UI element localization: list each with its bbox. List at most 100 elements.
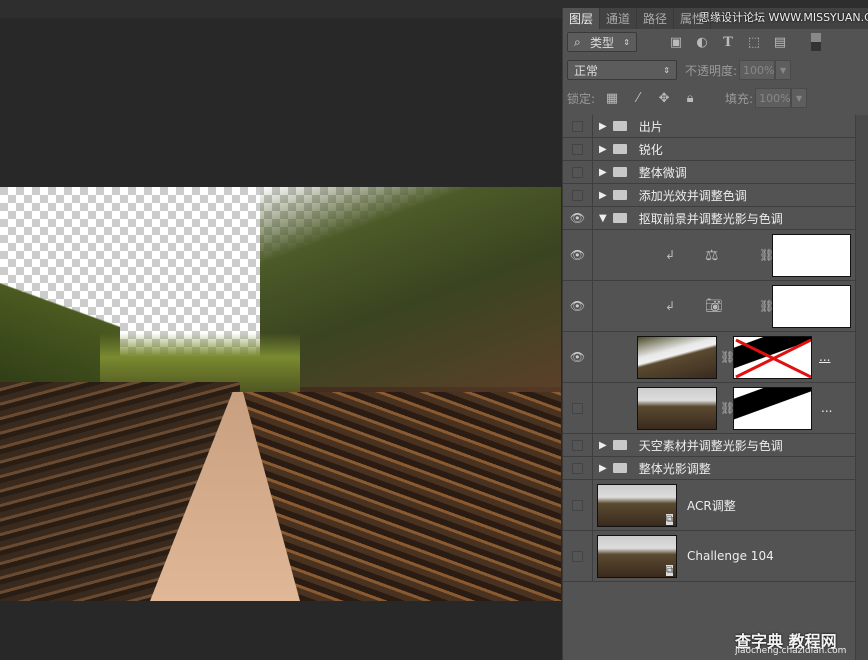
mask-thumbnail-disabled[interactable]	[733, 336, 812, 379]
layer-thumbnail[interactable]	[637, 336, 717, 379]
canvas-trees	[260, 187, 561, 387]
expand-triangle-icon[interactable]: ▶	[599, 463, 607, 474]
disabled-cross-icon	[735, 338, 811, 378]
type-icon[interactable]: T	[719, 35, 737, 50]
chevron-down-icon[interactable]: ▼	[775, 60, 792, 80]
layer-name: 整体光影调整	[638, 461, 711, 476]
layer-thumbnail[interactable]	[637, 387, 717, 430]
layer-name: 出片	[638, 119, 663, 134]
expand-triangle-icon[interactable]: ▶	[599, 144, 607, 155]
eye-icon[interactable]: 👁︎	[563, 281, 593, 331]
tab-channels[interactable]: 通道	[600, 8, 638, 29]
layer-name: 天空素材并调整光影与色调	[638, 438, 783, 453]
layer-name: ACR调整	[687, 498, 736, 513]
smart-object-layer[interactable]: ⧉ ACR调整	[563, 480, 855, 531]
brush-icon[interactable]: ⁄	[629, 91, 647, 106]
tab-layers[interactable]: 图层	[563, 8, 601, 29]
site-watermark-url: jiaocheng.chazidian.com	[735, 646, 847, 656]
visibility-toggle[interactable]	[572, 120, 583, 132]
shape-icon[interactable]: ⬚	[745, 35, 763, 50]
layer-group[interactable]: ▶ 整体微调	[563, 161, 855, 184]
adjustment-layer[interactable]: 👁︎ ↲ ⚖ ⛓	[563, 230, 855, 281]
lock-label: 锁定:	[567, 91, 596, 106]
tab-paths[interactable]: 路径	[637, 8, 675, 29]
folder-icon	[612, 463, 627, 473]
panel-tabs: 图层 通道 路径 属性 思缘设计论坛 WWW.MISSYUAN.COM	[563, 8, 868, 29]
move-icon[interactable]: ✥	[655, 91, 673, 106]
camera-filter-icon: 📷︎	[705, 298, 723, 314]
visibility-toggle[interactable]	[572, 499, 583, 511]
folder-open-icon	[612, 213, 627, 223]
blend-row: 正常 ⇕ 不透明度: 100% ▼	[563, 60, 868, 80]
blend-mode-select[interactable]: 正常 ⇕	[567, 60, 677, 80]
filter-kind-select[interactable]: ⌕ 类型 ⇕	[567, 32, 637, 52]
document-canvas[interactable]	[0, 187, 561, 601]
layer-name: Challenge 104	[687, 549, 774, 563]
mask-thumbnail[interactable]	[772, 234, 851, 277]
mask-thumbnail[interactable]	[772, 285, 851, 328]
masked-layer[interactable]: 👁︎ ⛓ ...	[563, 332, 855, 383]
updown-icon: ⇕	[663, 65, 670, 75]
folder-icon	[612, 121, 627, 131]
layer-group[interactable]: ▶ 添加光效并调整色调	[563, 184, 855, 207]
smart-object-badge-icon: ⧉	[666, 514, 674, 525]
fill-input[interactable]: 100%	[755, 88, 792, 108]
filter-toggle[interactable]	[811, 33, 821, 51]
visibility-toggle[interactable]	[572, 550, 583, 562]
balance-icon: ⚖	[705, 246, 719, 264]
expand-triangle-icon[interactable]: ▶	[599, 190, 607, 201]
visibility-toggle[interactable]	[572, 143, 583, 155]
smart-object-icon[interactable]: ▤	[771, 35, 789, 50]
blend-mode-label: 正常	[574, 63, 599, 78]
eye-icon[interactable]: 👁︎	[563, 332, 593, 382]
layers-scrollbar[interactable]	[855, 115, 868, 660]
expand-triangle-icon[interactable]: ▶	[599, 167, 607, 178]
folder-icon	[612, 167, 627, 177]
layer-name: 锐化	[638, 142, 663, 157]
layer-group[interactable]: ▶ 出片	[563, 115, 855, 138]
layer-group[interactable]: ▶ 整体光影调整	[563, 457, 855, 480]
folder-icon	[612, 440, 627, 450]
layer-name: 添加光效并调整色调	[638, 188, 747, 203]
clip-arrow-icon: ↲	[665, 248, 676, 262]
folder-icon	[612, 144, 627, 154]
watermark: 思缘设计论坛 WWW.MISSYUAN.COM	[699, 11, 868, 24]
eye-icon[interactable]: 👁︎	[563, 230, 593, 280]
adjustment-icon[interactable]: ◐	[693, 35, 711, 50]
opacity-label: 不透明度:	[685, 63, 738, 78]
lock-row: 锁定: ▦ ⁄ ✥ 🔒︎ 填充: 100% ▼	[563, 88, 868, 108]
visibility-toggle[interactable]	[572, 439, 583, 451]
layer-name: ...	[819, 350, 831, 364]
visibility-toggle[interactable]	[572, 166, 583, 178]
eye-icon[interactable]: 👁︎	[563, 207, 593, 229]
adjustment-layer[interactable]: 👁︎ ↲ 📷︎ ⛓	[563, 281, 855, 332]
layer-group[interactable]: 👁︎ ▼ 抠取前景并调整光影与色调	[563, 207, 855, 230]
masked-layer[interactable]: ⛓ ...	[563, 383, 855, 434]
expand-triangle-icon[interactable]: ▶	[599, 121, 607, 132]
layer-name: 抠取前景并调整光影与色调	[638, 211, 783, 226]
mask-thumbnail[interactable]	[733, 387, 812, 430]
expand-triangle-icon[interactable]: ▶	[599, 440, 607, 451]
smart-object-badge-icon: ⧉	[666, 565, 674, 576]
layer-thumbnail[interactable]	[597, 484, 677, 527]
search-icon: ⌕	[574, 34, 581, 49]
layer-name: 整体微调	[638, 165, 687, 180]
image-icon[interactable]: ▣	[667, 35, 685, 50]
layer-name: ...	[821, 401, 833, 415]
collapse-triangle-icon[interactable]: ▼	[599, 213, 607, 224]
filter-kind-label: 类型	[590, 35, 615, 50]
lock-transparent-icon[interactable]: ▦	[603, 91, 621, 106]
visibility-toggle[interactable]	[572, 402, 583, 414]
layers-panel: 图层 通道 路径 属性 思缘设计论坛 WWW.MISSYUAN.COM ⌕ 类型 ⇕…	[562, 8, 868, 660]
visibility-toggle[interactable]	[572, 462, 583, 474]
chevron-down-icon[interactable]: ▼	[791, 88, 808, 108]
layer-group[interactable]: ▶ 锐化	[563, 138, 855, 161]
opacity-input[interactable]: 100%	[739, 60, 776, 80]
smart-object-layer[interactable]: ⧉ Challenge 104	[563, 531, 855, 582]
layer-group[interactable]: ▶ 天空素材并调整光影与色调	[563, 434, 855, 457]
lock-icon[interactable]: 🔒︎	[681, 91, 699, 106]
folder-icon	[612, 190, 627, 200]
visibility-toggle[interactable]	[572, 189, 583, 201]
fill-label: 填充:	[725, 91, 754, 106]
layer-thumbnail[interactable]	[597, 535, 677, 578]
